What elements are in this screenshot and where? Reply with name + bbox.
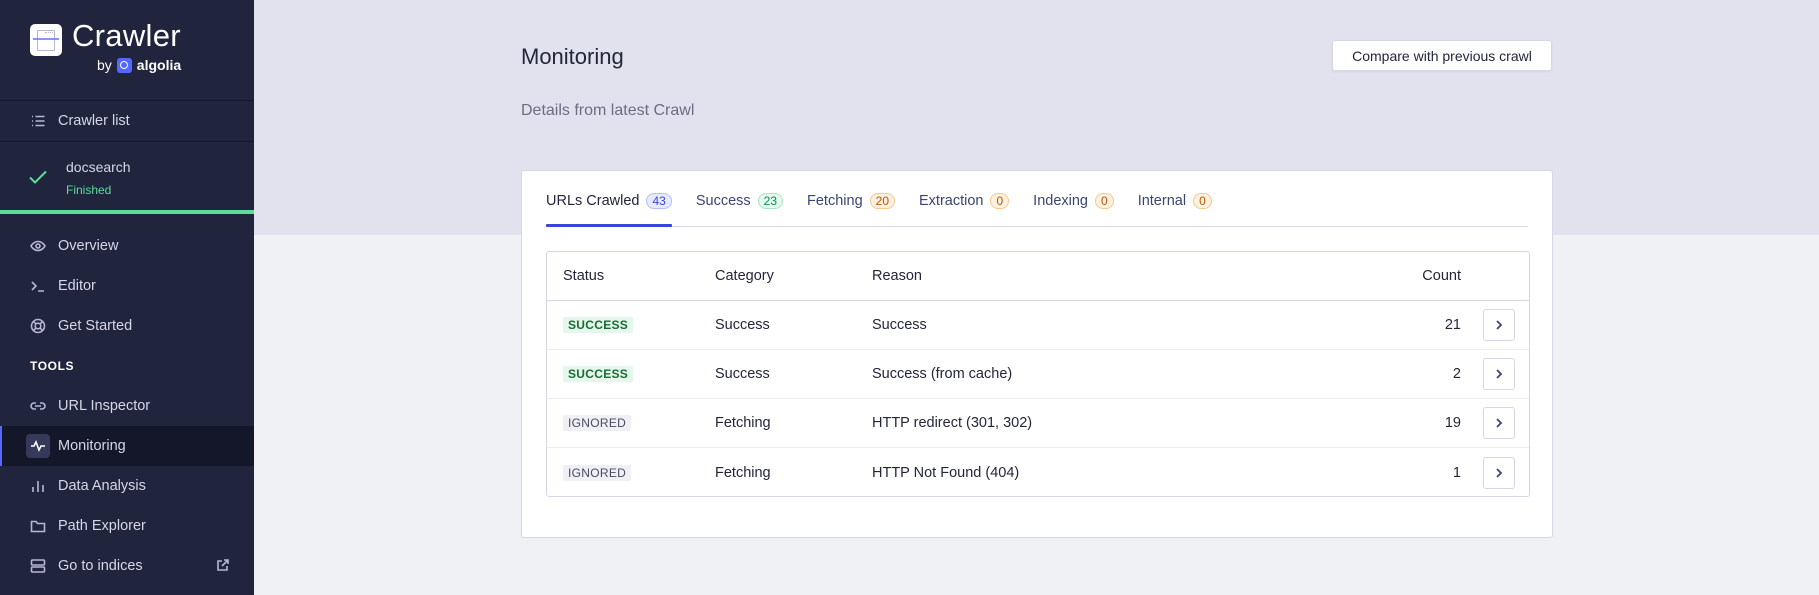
- sidebar-item-get-started[interactable]: Get Started: [0, 306, 254, 346]
- chevron-right-icon: [1496, 418, 1503, 428]
- page-title: Monitoring: [521, 44, 624, 69]
- cell-category: Success: [715, 366, 770, 382]
- check-icon: [27, 166, 49, 188]
- view-details-button[interactable]: [1483, 358, 1515, 390]
- tab-label: Internal: [1137, 193, 1187, 209]
- column-header-status: Status: [563, 268, 605, 284]
- tab-count-badge: 23: [757, 193, 784, 209]
- tab-label: Extraction: [919, 193, 984, 209]
- sidebar-item-label: Get Started: [58, 318, 133, 334]
- view-details-button[interactable]: [1483, 407, 1515, 439]
- monitoring-card: URLs Crawled 43 Success 23 Fetching 20 E…: [521, 170, 1553, 538]
- tab-label: URLs Crawled: [546, 193, 640, 209]
- cell-count: 2: [1452, 366, 1461, 382]
- tab-indexing[interactable]: Indexing 0: [1033, 170, 1114, 226]
- table-row: IGNORED Fetching HTTP redirect (301, 302…: [547, 399, 1529, 448]
- page-subtitle: Details from latest Crawl: [521, 102, 695, 119]
- sidebar-item-label: Path Explorer: [58, 518, 146, 534]
- sidebar-item-label: Crawler list: [58, 113, 130, 129]
- lifebuoy-icon: [30, 318, 46, 334]
- table-row: IGNORED Fetching HTTP Not Found (404) 1: [547, 448, 1529, 497]
- bar-chart-icon: [30, 478, 46, 494]
- table-row: SUCCESS Success Success (from cache) 2: [547, 350, 1529, 399]
- column-header-count: Count: [1422, 268, 1461, 284]
- sidebar-item-label: Monitoring: [58, 438, 126, 454]
- brand-company: algolia: [136, 57, 182, 73]
- status-badge: SUCCESS: [563, 366, 634, 382]
- tab-success[interactable]: Success 23: [695, 170, 784, 226]
- cell-count: 1: [1452, 464, 1461, 481]
- folder-icon: [30, 518, 46, 534]
- view-details-button[interactable]: [1483, 309, 1515, 341]
- results-table: Status Category Reason Count SUCCESS Suc…: [546, 251, 1530, 497]
- sidebar-item-overview[interactable]: Overview: [0, 226, 254, 266]
- terminal-icon: [30, 278, 46, 294]
- tab-extraction[interactable]: Extraction 0: [919, 170, 1010, 226]
- crawl-progress-bar: [0, 210, 254, 214]
- tab-count-badge: 43: [646, 193, 672, 209]
- brand-by-text: by: [97, 57, 112, 73]
- column-header-reason: Reason: [872, 268, 922, 284]
- tabs: URLs Crawled 43 Success 23 Fetching 20 E…: [546, 171, 1528, 227]
- cell-reason: HTTP redirect (301, 302): [872, 415, 1033, 431]
- sidebar-item-label: Go to indices: [58, 558, 143, 574]
- tab-count-badge: 0: [1193, 193, 1212, 209]
- tab-urls-crawled[interactable]: URLs Crawled 43: [546, 170, 672, 227]
- cell-reason: Success (from cache): [872, 366, 1013, 382]
- cell-count: 19: [1444, 415, 1461, 431]
- sidebar-item-label: URL Inspector: [58, 398, 151, 414]
- sidebar-item-label: Data Analysis: [58, 478, 146, 494]
- sidebar-item-go-to-indices[interactable]: Go to indices: [0, 546, 254, 586]
- sidebar-item-label: Overview: [58, 238, 119, 254]
- tab-label: Indexing: [1033, 193, 1088, 209]
- sidebar-item-url-inspector[interactable]: URL Inspector: [0, 386, 254, 426]
- brand-name: Crawler: [72, 18, 181, 53]
- sidebar-item-editor[interactable]: Editor: [0, 266, 254, 306]
- status-badge: SUCCESS: [563, 317, 634, 333]
- brand-byline: by algolia: [97, 57, 181, 73]
- tab-count-badge: 0: [1095, 193, 1114, 209]
- status-badge: IGNORED: [563, 464, 632, 481]
- sidebar-item-path-explorer[interactable]: Path Explorer: [0, 506, 254, 546]
- sidebar: Crawler by algolia Crawler list docsearc…: [0, 0, 254, 595]
- cell-reason: HTTP Not Found (404): [872, 464, 1020, 481]
- chevron-right-icon: [1496, 467, 1503, 478]
- current-crawler[interactable]: docsearch Finished: [0, 142, 254, 210]
- external-link-icon: [216, 558, 230, 572]
- sidebar-item-crawler-list[interactable]: Crawler list: [0, 101, 254, 141]
- tab-label: Success: [695, 193, 751, 209]
- tab-label: Fetching: [807, 193, 863, 209]
- activity-icon: [26, 434, 50, 458]
- table-header: Status Category Reason Count: [547, 252, 1529, 301]
- brand[interactable]: Crawler by algolia: [0, 0, 254, 100]
- link-icon: [30, 398, 46, 414]
- column-header-category: Category: [715, 268, 774, 284]
- chevron-right-icon: [1496, 369, 1503, 379]
- compare-with-previous-crawl-button[interactable]: Compare with previous crawl: [1332, 40, 1552, 71]
- sidebar-item-data-analysis[interactable]: Data Analysis: [0, 466, 254, 506]
- tab-count-badge: 20: [869, 193, 895, 209]
- tab-fetching[interactable]: Fetching 20: [807, 170, 895, 226]
- sidebar-item-label: Editor: [58, 278, 96, 294]
- list-icon: [30, 113, 46, 129]
- cell-reason: Success: [872, 317, 927, 333]
- tab-internal[interactable]: Internal 0: [1138, 170, 1212, 226]
- crawler-logo-icon: [30, 24, 62, 56]
- eye-icon: [30, 238, 46, 254]
- cell-count: 21: [1444, 317, 1461, 333]
- crawler-status: Finished: [66, 183, 112, 197]
- cell-category: Fetching: [715, 415, 771, 431]
- view-details-button[interactable]: [1483, 456, 1515, 489]
- tab-count-badge: 0: [990, 193, 1010, 209]
- crawler-name: docsearch: [66, 159, 131, 175]
- table-row: SUCCESS Success Success 21: [547, 301, 1529, 350]
- algolia-logo-icon: [116, 57, 132, 73]
- server-icon: [30, 558, 46, 574]
- tools-section-title: TOOLS: [30, 359, 75, 373]
- chevron-right-icon: [1496, 320, 1503, 330]
- cell-category: Fetching: [715, 464, 771, 481]
- cell-category: Success: [715, 317, 770, 333]
- status-badge: IGNORED: [563, 415, 632, 431]
- sidebar-item-monitoring[interactable]: Monitoring: [0, 426, 254, 466]
